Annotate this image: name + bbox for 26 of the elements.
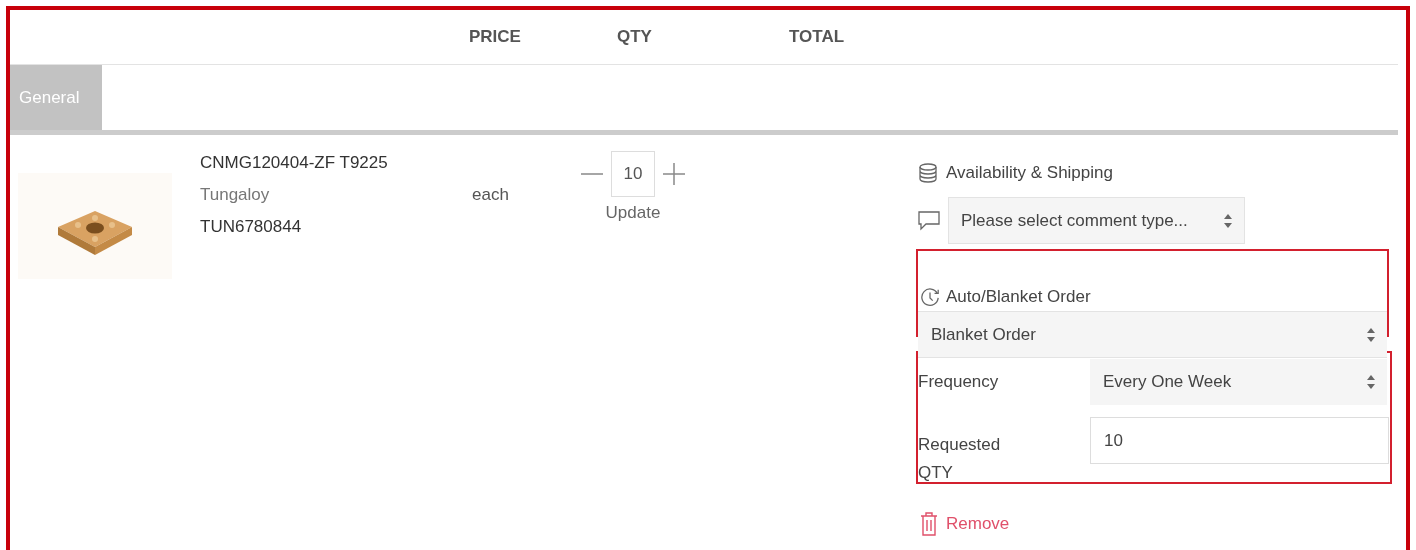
availability-link[interactable]: Availability & Shipping [946,163,1113,183]
remove-link[interactable]: Remove [946,514,1010,534]
column-header: PRICE [469,27,522,47]
column-header: TOTAL [789,27,846,47]
select-arrows-icon [1224,213,1232,228]
frequency-label: Frequency [918,372,1000,392]
product-name[interactable]: CNMG120404-ZF T9225 [200,153,472,173]
update-link[interactable]: Update [605,203,661,223]
trash-icon [920,512,938,536]
select-arrows-icon [1367,375,1375,389]
brand-name: Tungaloy [200,185,271,205]
unit-label: each [472,185,510,206]
select-arrows-icon [1367,327,1375,342]
product-sku: TUN6780844 [200,217,303,237]
order-type-select[interactable]: Blanket Order [918,311,1387,358]
clock-icon [920,287,940,307]
database-icon [918,163,938,183]
plus-icon[interactable] [663,163,685,185]
comment-type-select[interactable]: Please select comment type... [948,197,1245,244]
order-type-label: Auto/Blanket Order [946,287,1091,307]
frequency-select[interactable]: Every One Week [1090,359,1387,405]
comment-icon [918,210,940,231]
requested-qty-field[interactable]: 10 [1090,417,1389,464]
requested-qty-label: Requested QTY [918,434,1002,484]
quantity-field[interactable]: 10 [611,151,655,197]
column-header: QTY [617,27,653,47]
